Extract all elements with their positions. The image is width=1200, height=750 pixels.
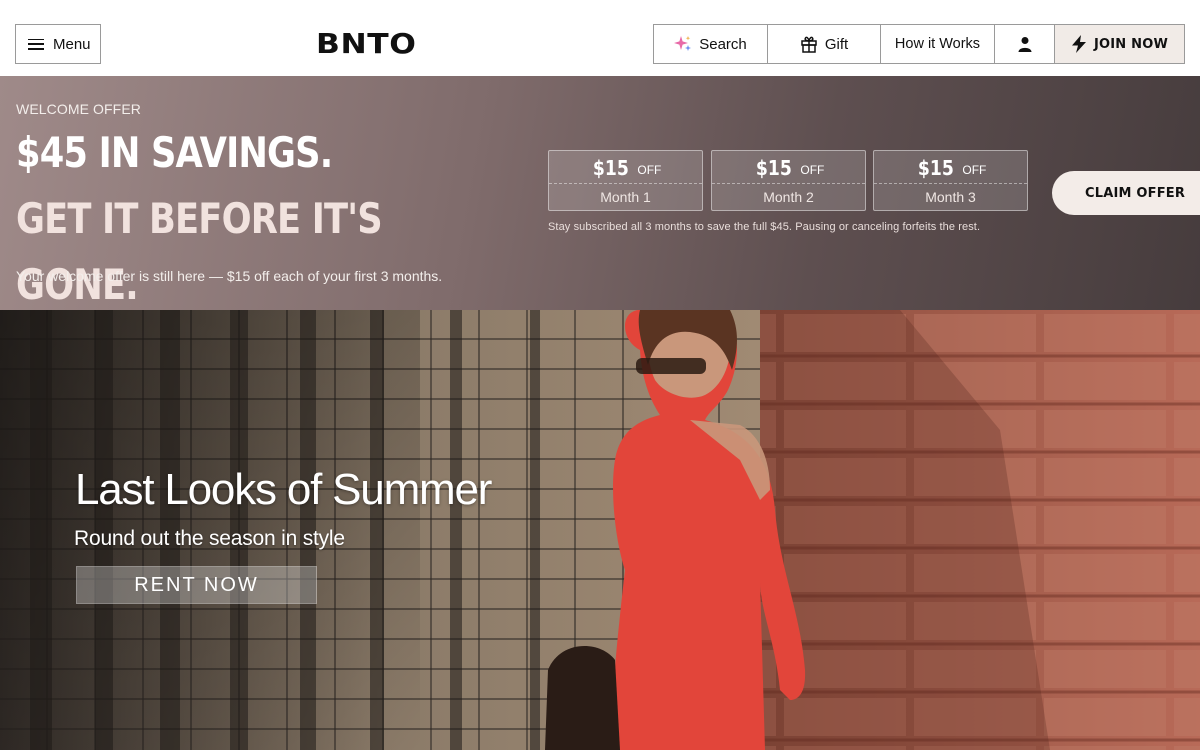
welcome-offer-banner: WELCOME OFFER $45 IN SAVINGS. GET IT BEF… (0, 76, 1200, 310)
rent-now-button[interactable]: RENT NOW (76, 566, 317, 604)
search-label: Search (699, 35, 747, 53)
brand-logo[interactable]: BNTO (316, 29, 453, 59)
account-button[interactable] (995, 25, 1055, 63)
month-label: Month 2 (763, 189, 814, 205)
month-off-label: OFF (637, 163, 662, 177)
month-card-3: $15 OFF Month 3 (873, 150, 1028, 211)
site-header: Menu BNTO Search Gift How it Works JOIN … (0, 0, 1200, 76)
gift-label: Gift (824, 35, 849, 53)
menu-button[interactable]: Menu (15, 24, 101, 64)
month-discount-amount: $15 (592, 156, 629, 180)
month-label: Month 1 (600, 189, 651, 205)
join-now-label: JOIN NOW (1093, 36, 1168, 52)
how-it-works-link[interactable]: How it Works (881, 25, 995, 63)
month-discount-amount: $15 (755, 156, 792, 180)
lightning-icon (1071, 35, 1086, 53)
offer-subtext: Your welcome offer is still here — $15 o… (16, 268, 443, 284)
join-now-button[interactable]: JOIN NOW (1055, 25, 1184, 63)
how-it-works-label: How it Works (894, 36, 981, 52)
hamburger-icon (28, 38, 44, 50)
headline-urgency: GET IT BEFORE IT'S GONE. (16, 194, 383, 309)
month-card-2: $15 OFF Month 2 (711, 150, 866, 211)
month-off-label: OFF (962, 163, 987, 177)
month-card-1: $15 OFF Month 1 (548, 150, 703, 211)
hero-section: Last Looks of Summer Round out the seaso… (0, 310, 1200, 750)
gift-icon (801, 36, 817, 53)
hero-subtitle: Round out the season in style (74, 527, 345, 550)
month-discount-amount: $15 (917, 156, 954, 180)
hero-title: Last Looks of Summer (75, 465, 492, 514)
gift-button[interactable]: Gift (768, 25, 881, 63)
month-off-label: OFF (800, 163, 825, 177)
month-label: Month 3 (925, 189, 976, 205)
search-button[interactable]: Search (654, 25, 768, 63)
menu-label: Menu (53, 35, 91, 53)
sparkle-icon (674, 36, 692, 51)
offer-fine-print: Stay subscribed all 3 months to save the… (548, 221, 981, 233)
offer-eyebrow: WELCOME OFFER (16, 101, 141, 117)
header-nav: Search Gift How it Works JOIN NOW (653, 24, 1185, 64)
user-icon (1018, 37, 1031, 52)
claim-offer-button[interactable]: CLAIM OFFER (1052, 171, 1200, 215)
headline-savings: $45 IN SAVINGS. (16, 128, 333, 177)
